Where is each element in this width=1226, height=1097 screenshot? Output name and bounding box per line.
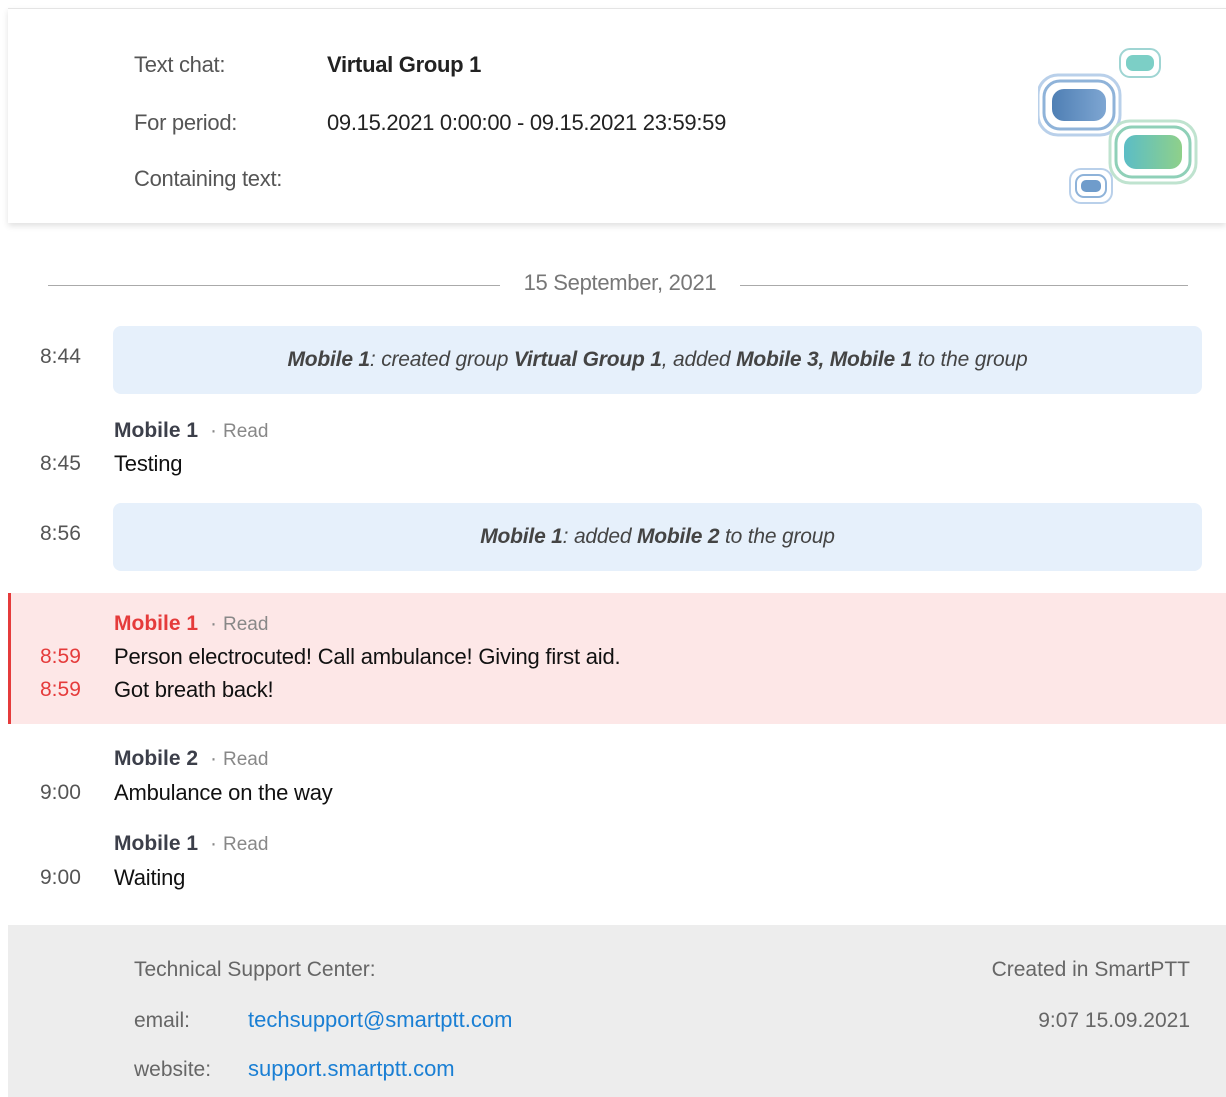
message-sender: Mobile 1 · Read [114, 612, 269, 635]
read-status: Read [223, 421, 269, 442]
read-status: Read [223, 834, 269, 855]
sender-name: Mobile 1 [114, 419, 199, 442]
message-sender: Mobile 1 · Read [114, 832, 269, 855]
read-status: Read [223, 614, 269, 635]
date-divider: 15 September, 2021 [500, 270, 740, 296]
text-chat-label: Text chat: [134, 52, 226, 77]
period-label: For period: [134, 110, 238, 135]
smartptt-logo [1038, 48, 1198, 204]
text-chat-value: Virtual Group 1 [327, 52, 482, 77]
containing-label: Containing text: [134, 166, 283, 191]
email-link[interactable]: techsupport@smartptt.com [248, 1007, 512, 1033]
message-time: 8:45 [40, 452, 81, 475]
event-text: : added [562, 525, 637, 548]
message-text: Waiting [114, 865, 186, 890]
event-text: to the group [719, 525, 835, 548]
sender-name: Mobile 1 [114, 832, 199, 855]
email-label: email: [134, 1009, 191, 1032]
event-time: 8:44 [40, 345, 81, 368]
support-label: Technical Support Center: [134, 958, 376, 981]
system-event: Mobile 1: created group Virtual Group 1,… [113, 326, 1202, 394]
message-text: Got breath back! [114, 677, 274, 702]
system-event: Mobile 1: added Mobile 2 to the group [113, 503, 1202, 571]
event-time: 8:56 [40, 522, 81, 545]
message-time: 9:00 [40, 866, 81, 889]
created-timestamp: 9:07 15.09.2021 [1038, 1009, 1190, 1032]
report-header: Text chat: Virtual Group 1 For period: 0… [8, 8, 1226, 223]
message-text: Person electrocuted! Call ambulance! Giv… [114, 644, 621, 669]
message-time: 8:59 [40, 645, 81, 668]
message-sender: Mobile 1 · Read [114, 419, 269, 442]
event-members: Mobile 3, Mobile 1 [736, 348, 913, 371]
created-in-label: Created in SmartPTT [991, 958, 1190, 981]
event-group: Virtual Group 1 [513, 348, 662, 371]
event-actor: Mobile 1 [287, 348, 371, 371]
event-text: , added [661, 348, 737, 371]
event-actor: Mobile 1 [480, 525, 563, 548]
read-status: Read [223, 749, 269, 770]
event-member: Mobile 2 [636, 525, 720, 548]
message-time: 9:00 [40, 781, 81, 804]
report-footer: Technical Support Center: email: techsup… [8, 925, 1226, 1097]
message-text: Testing [114, 451, 183, 476]
website-label: website: [134, 1058, 212, 1081]
event-text: : created group [369, 348, 514, 371]
message-text: Ambulance on the way [114, 780, 333, 805]
event-text: to the group [912, 348, 1028, 371]
website-link[interactable]: support.smartptt.com [248, 1056, 455, 1082]
message-time: 8:59 [40, 678, 81, 701]
sender-name: Mobile 2 [114, 747, 199, 770]
message-sender: Mobile 2 · Read [114, 747, 269, 770]
sender-name: Mobile 1 [114, 612, 199, 635]
period-value: 09.15.2021 0:00:00 - 09.15.2021 23:59:59 [327, 110, 727, 135]
